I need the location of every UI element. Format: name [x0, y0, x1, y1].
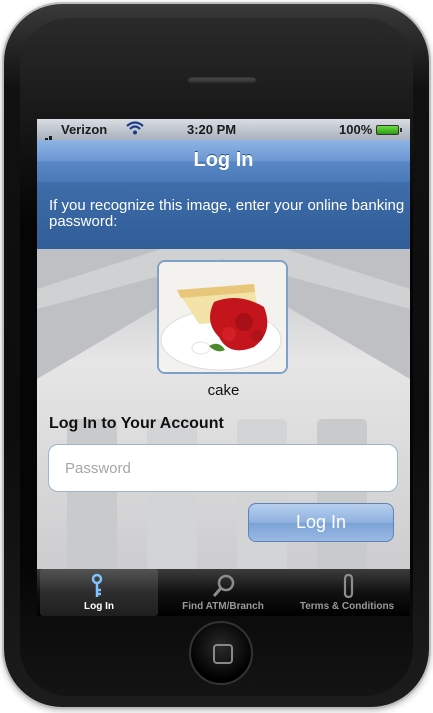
security-image: [157, 260, 288, 374]
password-field[interactable]: [48, 444, 398, 492]
login-section-title: Log In to Your Account: [49, 415, 224, 432]
search-icon: [165, 573, 281, 599]
tab-find-atm-branch[interactable]: Find ATM/Branch: [165, 569, 281, 616]
earpiece-speaker: [187, 76, 257, 84]
tab-label: Terms & Conditions: [299, 601, 395, 612]
home-button[interactable]: [189, 621, 253, 685]
security-image-caption: cake: [207, 382, 240, 399]
home-button-icon: [213, 644, 233, 664]
navigation-bar: Log In: [37, 140, 410, 183]
security-prompt: If you recognize this image, enter your …: [37, 182, 410, 249]
paperclip-icon: [285, 573, 409, 599]
carrier-name: Verizon: [61, 122, 108, 137]
page-title: Log In: [193, 149, 254, 171]
tab-label: Find ATM/Branch: [182, 601, 264, 612]
cake-image: [159, 262, 286, 372]
tab-label: Log In: [84, 601, 114, 612]
login-button[interactable]: Log In: [248, 503, 394, 542]
battery-percent: 100%: [339, 122, 373, 137]
phone-screen: Verizon 3:20 PM 100% Log In If you recog…: [37, 119, 410, 616]
status-bar: Verizon 3:20 PM 100%: [37, 119, 410, 143]
tab-terms-conditions[interactable]: Terms & Conditions: [285, 569, 409, 616]
battery-icon: [376, 125, 402, 135]
key-icon: [40, 573, 158, 599]
tab-log-in[interactable]: Log In: [40, 569, 158, 616]
status-time: 3:20 PM: [187, 122, 237, 137]
wifi-icon: [125, 119, 145, 141]
tab-bar: Log In Find ATM/Branch Terms & Condition…: [37, 569, 410, 616]
